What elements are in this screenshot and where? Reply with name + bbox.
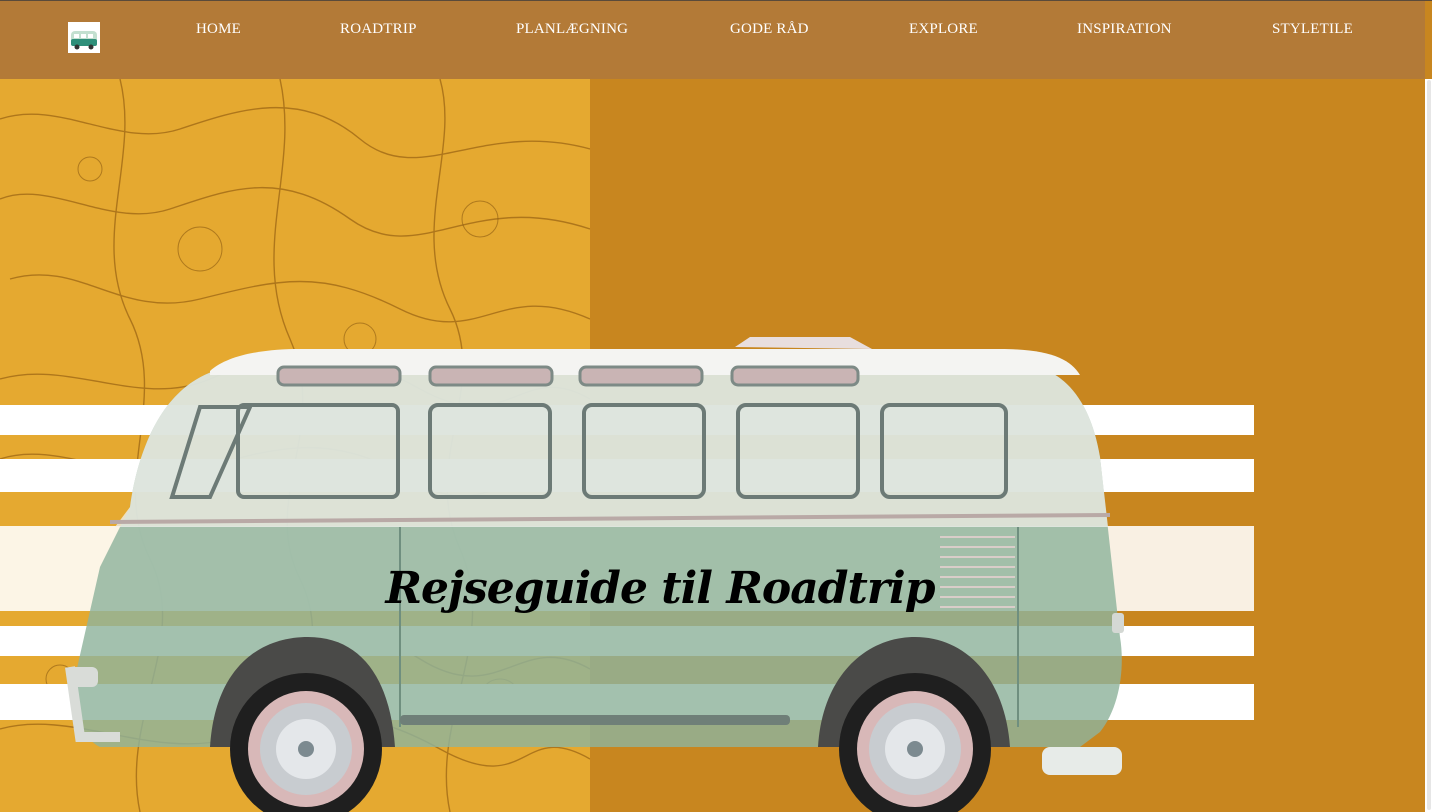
- logo-link[interactable]: [68, 22, 100, 53]
- campervan-icon: [71, 31, 97, 50]
- main-navigation: HOME ROADTRIP PLANLÆGNING GODE RÅD EXPLO…: [0, 1, 1425, 79]
- nav-home[interactable]: HOME: [196, 21, 241, 38]
- nav-explore[interactable]: EXPLORE: [909, 21, 978, 38]
- nav-inspiration[interactable]: INSPIRATION: [1077, 21, 1172, 38]
- scrollbar-thumb[interactable]: [1427, 80, 1431, 810]
- hero-section: Rejseguide til Roadtrip: [0, 79, 1425, 812]
- nav-gode-raad[interactable]: GODE RÅD: [730, 21, 809, 38]
- nav-styletile[interactable]: STYLETILE: [1272, 21, 1353, 38]
- nav-roadtrip[interactable]: ROADTRIP: [340, 21, 417, 38]
- nav-planlaegning[interactable]: PLANLÆGNING: [516, 21, 628, 38]
- hero-title: Rejseguide til Roadtrip: [385, 563, 935, 615]
